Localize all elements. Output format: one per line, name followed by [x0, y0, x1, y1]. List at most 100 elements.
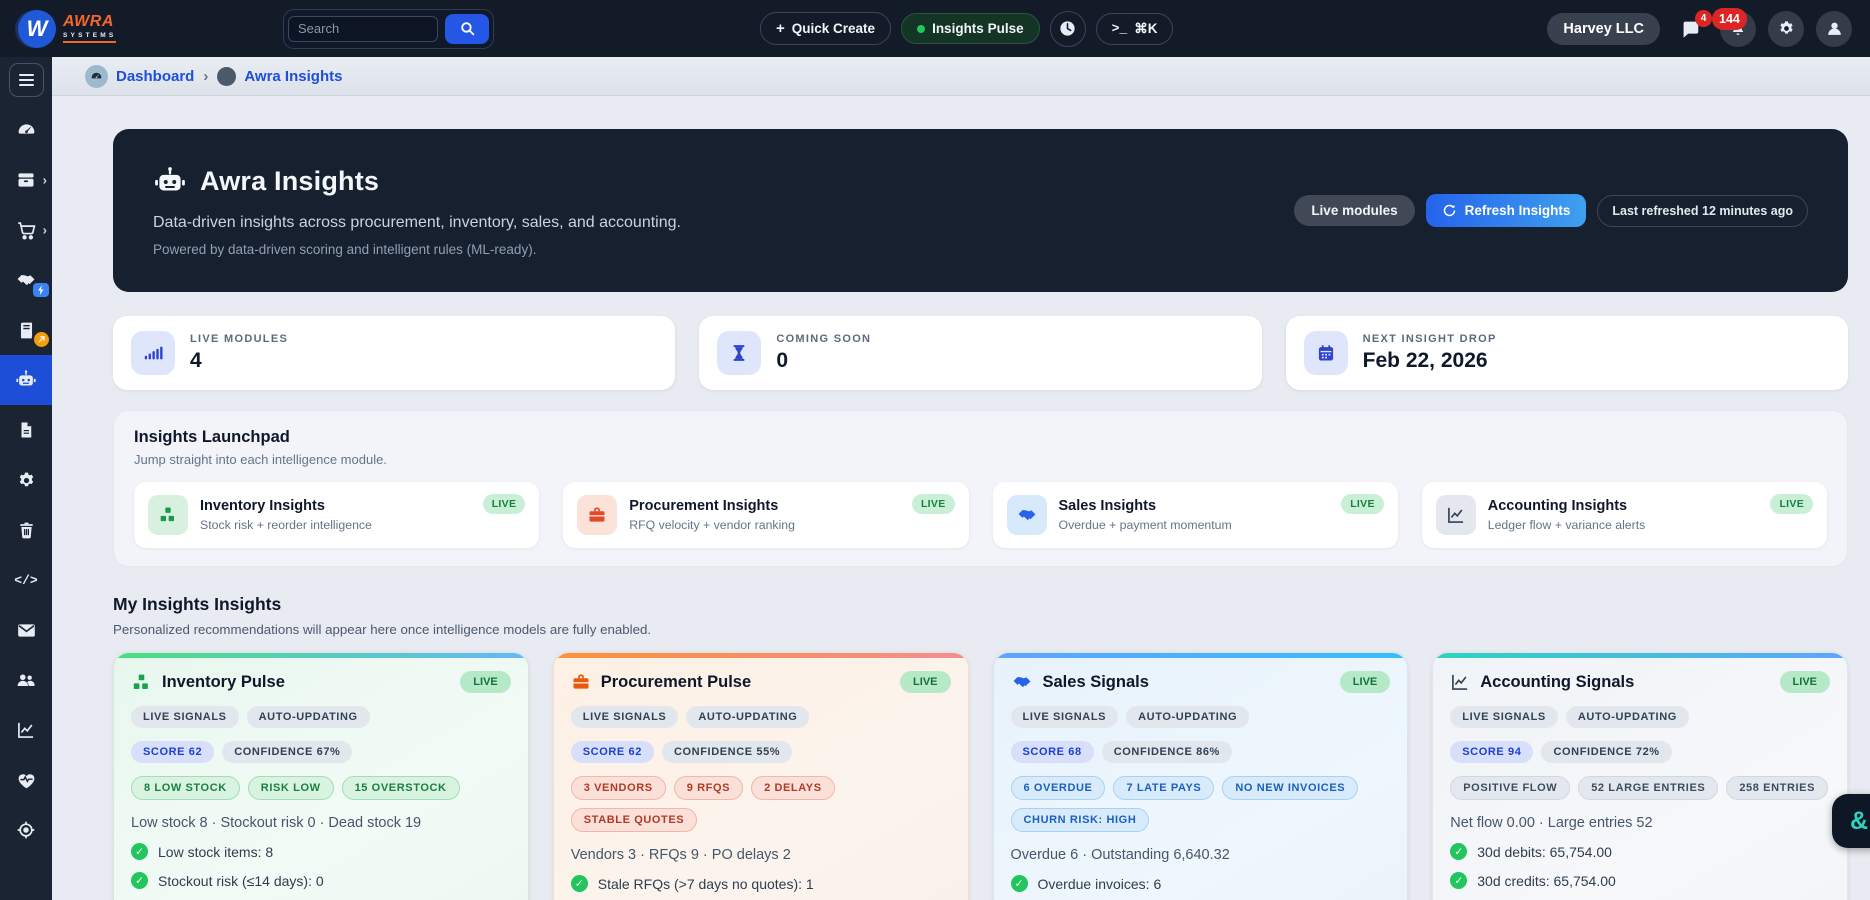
- module-card-inventory[interactable]: Inventory Insights Stock risk + reorder …: [134, 482, 540, 548]
- hero-actions: Live modules Refresh Insights Last refre…: [1294, 194, 1808, 227]
- brand-name: AWRA: [63, 12, 114, 30]
- settings-button[interactable]: [1768, 10, 1804, 47]
- signal-chip: RISK LOW: [247, 776, 334, 800]
- confidence-badge: CONFIDENCE 72%: [1541, 741, 1672, 763]
- live-badge: LIVE: [460, 671, 511, 693]
- live-badge: LIVE: [1339, 671, 1391, 693]
- score-badge: SCORE 68: [1010, 741, 1094, 763]
- widget-loop-icon: &: [1849, 806, 1869, 835]
- clock-icon: [1058, 19, 1077, 38]
- code-icon: </>: [14, 572, 38, 588]
- notifications-badge: 144: [1712, 7, 1747, 30]
- logo-initial: W: [26, 15, 48, 41]
- pulse-card-inventory[interactable]: Inventory Pulse LIVE LIVE SIGNALS AUTO-U…: [113, 652, 529, 900]
- quick-create-button[interactable]: + Quick Create: [760, 12, 892, 45]
- trend-badge-icon: [34, 332, 49, 347]
- history-clock-button[interactable]: [1049, 10, 1086, 47]
- sidebar-item-documents[interactable]: [0, 405, 52, 455]
- command-palette-button[interactable]: >_ ⌘K: [1095, 12, 1174, 45]
- live-badge: LIVE: [900, 671, 951, 693]
- breadcrumb-dashboard-label: Dashboard: [116, 67, 195, 85]
- sidebar-item-sales[interactable]: ›: [0, 205, 52, 255]
- stats-row: LIVE MODULES 4 COMING SOON 0 NEXT INSIGH…: [113, 316, 1848, 390]
- hero-subtitle: Data-driven insights across procurement,…: [153, 213, 681, 231]
- live-badge: LIVE: [1770, 494, 1813, 514]
- search-input[interactable]: [288, 15, 438, 42]
- pulse-summary: Overdue 6 · Outstanding 6,640.32: [1010, 847, 1230, 863]
- signal-chip: STABLE QUOTES: [570, 808, 698, 832]
- stat-value: 0: [776, 349, 789, 372]
- app-root: W AWRA SYSTEMS + Quick Create Insights P…: [0, 0, 1870, 900]
- sidebar-item-analytics[interactable]: [0, 705, 52, 755]
- stat-label: NEXT INSIGHT DROP: [1362, 333, 1497, 345]
- launchpad-modules: Inventory Insights Stock risk + reorder …: [134, 482, 1827, 548]
- insight-item: ✓ Stockout risk (≤14 days): 0: [131, 872, 511, 889]
- hourglass-icon: [717, 331, 762, 375]
- live-modules-button[interactable]: Live modules: [1294, 195, 1415, 226]
- insights-pulse-button[interactable]: Insights Pulse: [901, 13, 1040, 44]
- chart-line-icon: [1450, 672, 1470, 692]
- analytics-chart-icon: [16, 720, 36, 740]
- sidebar-item-inventory[interactable]: ›: [0, 155, 52, 205]
- hamburger-icon: [19, 74, 34, 86]
- chat-button[interactable]: 4: [1672, 9, 1712, 47]
- sidebar-item-awra-insights[interactable]: [0, 355, 52, 405]
- sidebar-item-trash[interactable]: [0, 505, 52, 555]
- stat-card-next-insight: NEXT INSIGHT DROP Feb 22, 2026: [1285, 316, 1848, 390]
- stat-label: COMING SOON: [776, 333, 872, 345]
- company-switcher[interactable]: Harvey LLC: [1547, 12, 1660, 45]
- chat-widget-button[interactable]: &: [1832, 794, 1870, 848]
- pulse-card-accounting[interactable]: Accounting Signals LIVE LIVE SIGNALS AUT…: [1432, 652, 1848, 900]
- inventory-boxes-icon: [148, 495, 188, 535]
- handshake-icon: [1006, 495, 1047, 535]
- pulse-card-procurement[interactable]: Procurement Pulse LIVE LIVE SIGNALS AUTO…: [552, 652, 969, 900]
- settings-gear-icon: [16, 470, 37, 491]
- sidebar-item-developer[interactable]: </>: [0, 555, 52, 605]
- sidebar-item-users[interactable]: [0, 655, 52, 705]
- live-badge: LIVE: [482, 494, 526, 514]
- breadcrumb: Dashboard › Awra Insights: [52, 57, 1870, 96]
- search-bar: [283, 8, 494, 49]
- module-card-accounting[interactable]: Accounting Insights Ledger flow + varian…: [1421, 482, 1827, 548]
- refresh-insights-button[interactable]: Refresh Insights: [1425, 194, 1587, 227]
- dashboard-gauge-icon: [85, 64, 108, 88]
- sidebar-item-settings[interactable]: [0, 455, 52, 505]
- pulse-summary: Low stock 8 · Stockout risk 0 · Dead sto…: [131, 815, 422, 831]
- user-menu-button[interactable]: [1816, 10, 1852, 47]
- notifications-button[interactable]: 144: [1712, 7, 1756, 47]
- live-badge: LIVE: [1779, 671, 1830, 693]
- status-tag: AUTO-UPDATING: [1565, 706, 1689, 728]
- insight-item: ✓ Overdue invoices: 6: [1010, 875, 1391, 892]
- terminal-prompt-icon: >_: [1111, 21, 1128, 36]
- sidebar-item-crm[interactable]: [0, 255, 52, 305]
- check-icon: ✓: [1450, 843, 1468, 860]
- insight-item: ✓ Low stock items: 8: [131, 843, 511, 860]
- confidence-badge: CONFIDENCE 67%: [222, 741, 353, 763]
- module-title: Accounting Insights: [1487, 498, 1628, 514]
- insight-item: ✓ Stale RFQs (>7 days no quotes): 1: [570, 875, 951, 892]
- page-title: Awra Insights: [200, 166, 380, 196]
- sidebar-item-mail[interactable]: [0, 605, 52, 655]
- module-subtitle: RFQ velocity + vendor ranking: [629, 518, 795, 532]
- launchpad-subtitle: Jump straight into each intelligence mod…: [134, 452, 387, 467]
- signal-chip: CHURN RISK: HIGH: [1010, 808, 1150, 832]
- breadcrumb-dashboard[interactable]: Dashboard: [85, 64, 195, 88]
- pulse-card-sales[interactable]: Sales Signals LIVE LIVE SIGNALS AUTO-UPD…: [992, 652, 1409, 900]
- sidebar-item-dashboard[interactable]: [0, 105, 52, 155]
- sidebar-item-health[interactable]: [0, 755, 52, 805]
- sidebar-item-accounting[interactable]: [0, 305, 52, 355]
- module-card-procurement[interactable]: Procurement Insights RFQ velocity + vend…: [563, 482, 969, 548]
- breadcrumb-current[interactable]: Awra Insights: [217, 66, 342, 86]
- my-insights-title: My Insights Insights: [113, 594, 282, 614]
- status-tag: LIVE SIGNALS: [1450, 706, 1558, 728]
- signal-chip: 52 LARGE ENTRIES: [1578, 776, 1719, 800]
- module-title: Procurement Insights: [629, 498, 779, 514]
- module-card-sales[interactable]: Sales Insights Overdue + payment momentu…: [992, 482, 1398, 548]
- brand-logo[interactable]: W AWRA SYSTEMS: [18, 9, 283, 48]
- search-button[interactable]: [445, 13, 489, 44]
- stat-card-live-modules: LIVE MODULES 4: [113, 316, 676, 390]
- plus-icon: +: [776, 20, 785, 37]
- sidebar-toggle-button[interactable]: [9, 63, 44, 97]
- topbar-actions: + Quick Create Insights Pulse >_ ⌘K: [760, 10, 1174, 47]
- sidebar-item-target[interactable]: [0, 805, 52, 855]
